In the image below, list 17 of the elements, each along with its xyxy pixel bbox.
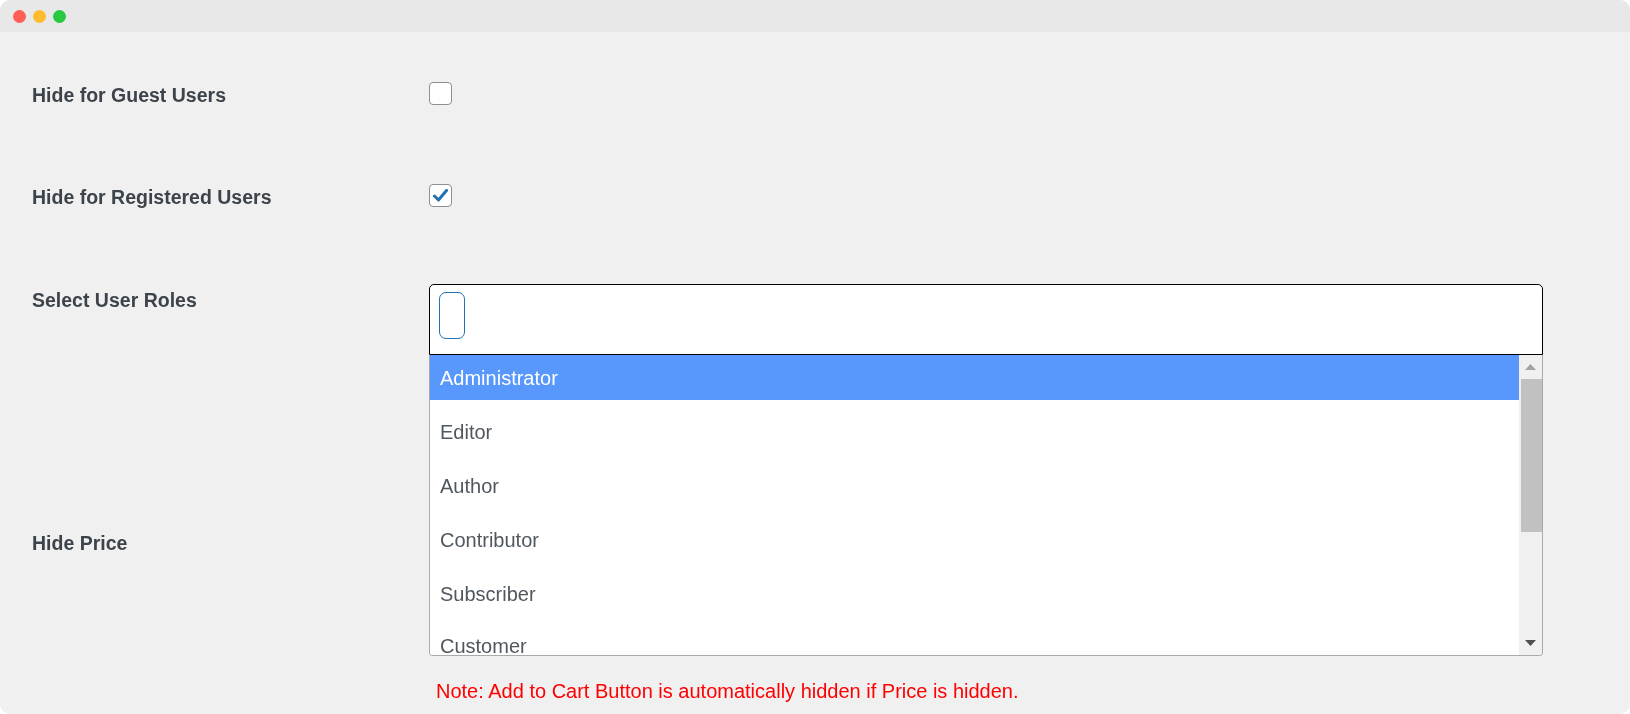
setting-label: Select User Roles	[32, 288, 197, 312]
roles-select[interactable]	[429, 284, 1543, 355]
setting-label: Hide Price	[32, 531, 128, 555]
minimize-icon[interactable]	[33, 9, 46, 23]
maximize-icon[interactable]	[53, 9, 66, 23]
note-text: Note: Add to Cart Button is automatically hidden if Price is hidden.	[435, 679, 1019, 703]
checkbox[interactable]	[429, 183, 452, 207]
close-icon[interactable]	[13, 9, 26, 23]
check-icon	[433, 188, 448, 202]
scroll-down-icon[interactable]	[1525, 639, 1536, 646]
scrollbar-thumb[interactable]	[1521, 379, 1542, 532]
setting-label: Hide for Guest Users	[32, 82, 226, 107]
search-field[interactable]	[439, 292, 465, 339]
scroll-up-icon[interactable]	[1525, 364, 1536, 370]
setting-label: Hide for Registered Users	[32, 184, 272, 209]
checkbox[interactable]	[429, 81, 452, 105]
scrollbar[interactable]	[1519, 355, 1542, 655]
